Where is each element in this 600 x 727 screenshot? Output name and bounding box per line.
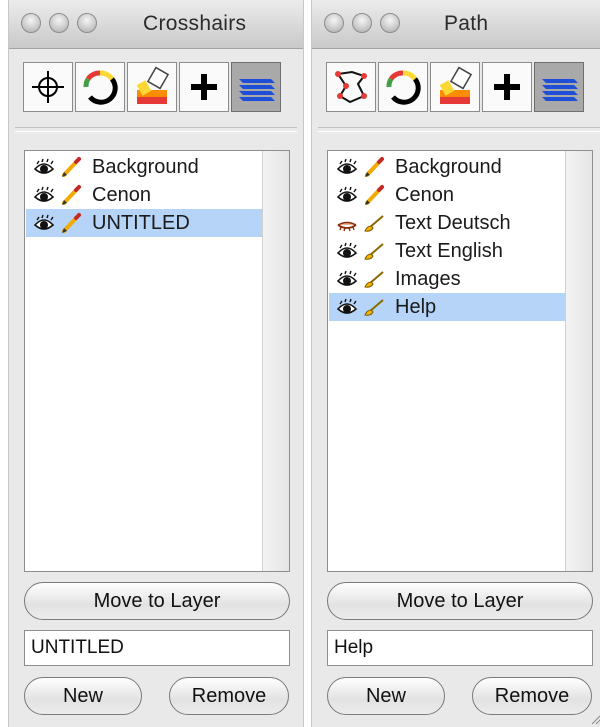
- fill-tool-button[interactable]: [430, 62, 480, 112]
- color-tool-button[interactable]: [75, 62, 125, 112]
- eye-icon[interactable]: [336, 185, 358, 205]
- window-titlebar[interactable]: Path: [312, 0, 600, 49]
- eye-icon[interactable]: [336, 297, 358, 317]
- eye-icon[interactable]: [336, 269, 358, 289]
- close-window-button[interactable]: [324, 13, 344, 33]
- layer-label: Text English: [395, 239, 503, 262]
- toolbar-divider: [318, 127, 600, 132]
- eye-icon[interactable]: [336, 241, 358, 261]
- layer-label: Cenon: [92, 183, 151, 206]
- layers-tool-button[interactable]: [534, 62, 584, 112]
- scrollbar[interactable]: [262, 151, 289, 571]
- toolbar-divider: [15, 127, 297, 132]
- paint-fill-icon: [439, 66, 473, 104]
- toolbar: [23, 62, 283, 116]
- pencil-icon[interactable]: [363, 184, 385, 206]
- resize-grip-icon[interactable]: [590, 711, 600, 725]
- window-title: Crosshairs: [143, 12, 247, 35]
- layer-label: Cenon: [395, 183, 454, 206]
- layer-label: UNTITLED: [92, 211, 190, 234]
- layers-tool-button[interactable]: [231, 62, 281, 112]
- minimize-window-button[interactable]: [352, 13, 372, 33]
- layers-icon: [542, 79, 578, 101]
- brush-icon[interactable]: [363, 240, 385, 262]
- layer-row[interactable]: Background: [329, 153, 567, 181]
- layer-label: Text Deutsch: [395, 211, 511, 234]
- zoom-window-button[interactable]: [77, 13, 97, 33]
- eye-icon[interactable]: [33, 157, 55, 177]
- pencil-icon[interactable]: [60, 212, 82, 234]
- brush-icon[interactable]: [363, 212, 385, 234]
- layer-row[interactable]: Cenon: [26, 181, 264, 209]
- add-tool-button[interactable]: [482, 62, 532, 112]
- eye-icon[interactable]: [33, 213, 55, 233]
- color-wheel-icon: [83, 70, 118, 105]
- layer-row-selected[interactable]: UNTITLED: [26, 209, 264, 237]
- brush-icon[interactable]: [363, 268, 385, 290]
- brush-icon[interactable]: [363, 296, 385, 318]
- layers-icon: [239, 79, 275, 101]
- add-tool-button[interactable]: [179, 62, 229, 112]
- toolbar: [326, 62, 586, 116]
- move-to-layer-button[interactable]: Move to Layer: [24, 582, 290, 620]
- layer-name-field[interactable]: UNTITLED: [24, 630, 290, 666]
- scrollbar[interactable]: [565, 151, 592, 571]
- move-to-layer-button[interactable]: Move to Layer: [327, 582, 593, 620]
- zoom-window-button[interactable]: [380, 13, 400, 33]
- window-title: Path: [444, 12, 489, 35]
- minimize-window-button[interactable]: [49, 13, 69, 33]
- layer-row-selected[interactable]: Help: [329, 293, 567, 321]
- layer-list[interactable]: Background Cenon: [24, 150, 290, 572]
- remove-layer-button[interactable]: Remove: [169, 677, 289, 715]
- path-panel: Path Background Cenon Text Deutsch Text …: [311, 0, 600, 727]
- close-window-button[interactable]: [21, 13, 41, 33]
- layer-row[interactable]: Cenon: [329, 181, 567, 209]
- pencil-icon[interactable]: [60, 184, 82, 206]
- eye-closed-icon[interactable]: [336, 213, 358, 233]
- fill-tool-button[interactable]: [127, 62, 177, 112]
- plus-icon: [494, 74, 520, 100]
- layer-row[interactable]: Text English: [329, 237, 567, 265]
- remove-layer-button[interactable]: Remove: [472, 677, 592, 715]
- layer-row[interactable]: Text Deutsch: [329, 209, 567, 237]
- plus-icon: [191, 74, 217, 100]
- layer-list[interactable]: Background Cenon: [327, 150, 593, 572]
- layer-row[interactable]: Background: [26, 153, 264, 181]
- layer-label: Help: [395, 295, 437, 318]
- layer-label: Background: [92, 155, 199, 178]
- window-titlebar[interactable]: Crosshairs: [9, 0, 303, 49]
- layer-label: Images: [395, 267, 461, 290]
- layer-row[interactable]: Images: [329, 265, 567, 293]
- path-icon: [335, 70, 367, 104]
- crosshairs-icon: [32, 71, 64, 103]
- new-layer-button[interactable]: New: [327, 677, 445, 715]
- layer-label: Background: [395, 155, 502, 178]
- paint-fill-icon: [136, 66, 170, 104]
- pencil-icon[interactable]: [60, 156, 82, 178]
- eye-icon[interactable]: [33, 185, 55, 205]
- eye-icon[interactable]: [336, 157, 358, 177]
- path-tool-button[interactable]: [326, 62, 376, 112]
- new-layer-button[interactable]: New: [24, 677, 142, 715]
- crosshairs-tool-button[interactable]: [23, 62, 73, 112]
- crosshairs-panel: Crosshairs Background Cenon UNTITLED Mov…: [8, 0, 304, 727]
- color-wheel-icon: [386, 70, 421, 105]
- layer-name-field[interactable]: Help: [327, 630, 593, 666]
- pencil-icon[interactable]: [363, 156, 385, 178]
- color-tool-button[interactable]: [378, 62, 428, 112]
